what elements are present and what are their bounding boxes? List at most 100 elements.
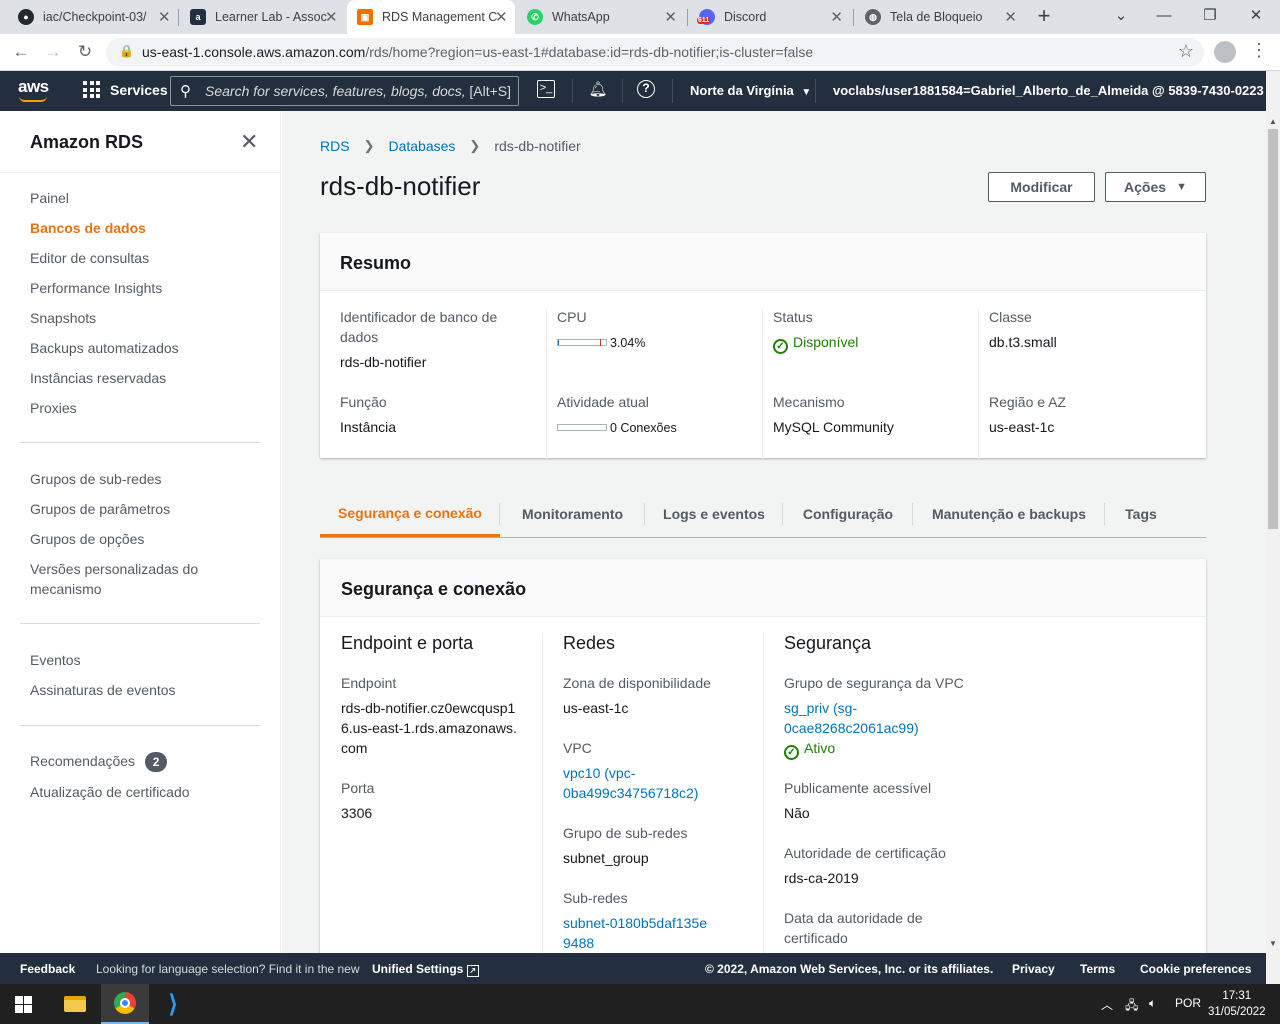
- reload-icon[interactable]: ↻: [72, 40, 98, 66]
- forward-icon[interactable]: →: [40, 40, 66, 66]
- scrollbar-thumb[interactable]: [1268, 129, 1278, 529]
- public-value: Não: [784, 805, 810, 821]
- engine-label: Mecanismo: [773, 394, 845, 410]
- windows-start-icon[interactable]: [15, 996, 32, 1013]
- bell-icon[interactable]: 🔔︎: [587, 80, 609, 102]
- aws-search-box[interactable]: ⚲ [Alt+S]: [170, 76, 519, 106]
- vscode-icon[interactable]: ⟩: [149, 984, 197, 1024]
- discord-badge: 611: [697, 17, 711, 24]
- sidebar-item-databases[interactable]: Bancos de dados: [30, 218, 146, 238]
- file-explorer-icon[interactable]: [51, 984, 99, 1024]
- sidebar-item-performance-insights[interactable]: Performance Insights: [30, 278, 162, 298]
- chevron-right-icon: ❯: [363, 138, 375, 153]
- tab-tags[interactable]: Tags: [1105, 491, 1177, 537]
- tab-configuration[interactable]: Configuração: [783, 491, 913, 537]
- cookie-preferences-link[interactable]: Cookie preferences: [1140, 962, 1251, 976]
- subnet-group-label: Grupo de sub-redes: [563, 825, 688, 841]
- tab-logs-events[interactable]: Logs e eventos: [645, 491, 783, 537]
- browser-tab[interactable]: 611 Discord ✕: [689, 0, 853, 34]
- close-tab-icon[interactable]: ✕: [325, 8, 338, 26]
- sidebar-item-events[interactable]: Eventos: [30, 650, 81, 670]
- aws-logo[interactable]: aws: [18, 77, 49, 102]
- feedback-link[interactable]: Feedback: [20, 962, 75, 976]
- profile-avatar[interactable]: [1214, 41, 1236, 63]
- sidebar-item-painel[interactable]: Painel: [30, 188, 69, 208]
- vpc-link[interactable]: vpc10 (vpc-0ba499c34756718c2): [563, 763, 723, 803]
- tab-maintenance-backups[interactable]: Manutenção e backups: [913, 491, 1105, 537]
- help-icon[interactable]: ?: [637, 80, 655, 98]
- close-tab-icon[interactable]: ✕: [1004, 8, 1017, 26]
- new-tab-button[interactable]: +: [1032, 5, 1056, 29]
- scroll-down-icon[interactable]: ▼: [1269, 939, 1277, 948]
- back-icon[interactable]: ←: [8, 40, 34, 66]
- close-window-button[interactable]: ✕: [1234, 0, 1278, 34]
- browser-tab[interactable]: ◍ Tela de Bloqueio ✕: [855, 0, 1027, 34]
- db-identifier-value: rds-db-notifier: [340, 354, 427, 370]
- ca-value: rds-ca-2019: [784, 870, 859, 886]
- sidebar-item-recommendations[interactable]: Recomendações 2: [30, 751, 168, 772]
- terms-link[interactable]: Terms: [1080, 962, 1115, 976]
- services-menu-button[interactable]: Services: [83, 81, 168, 98]
- search-shortcut: [Alt+S]: [469, 83, 511, 99]
- caret-down-icon: ▼: [801, 87, 812, 98]
- activity-value: 0 Conexões: [610, 421, 677, 435]
- class-value: db.t3.small: [989, 334, 1057, 350]
- actions-button[interactable]: Ações ▼: [1105, 172, 1206, 202]
- close-tab-icon[interactable]: ✕: [664, 8, 677, 26]
- region-selector[interactable]: Norte da Virgínia ▼: [690, 83, 811, 98]
- unified-settings-link[interactable]: Unified Settings ↗: [372, 962, 479, 977]
- breadcrumb-rds[interactable]: RDS: [320, 138, 350, 154]
- sidebar-item-option-groups[interactable]: Grupos de opções: [30, 529, 144, 549]
- port-value: 3306: [341, 805, 373, 821]
- account-menu[interactable]: voclabs/user1881584=Gabriel_Alberto_de_A…: [833, 83, 1280, 98]
- caret-down-icon: ▼: [1176, 181, 1187, 193]
- close-tab-icon[interactable]: ✕: [158, 8, 171, 26]
- sidebar-item-subnet-groups[interactable]: Grupos de sub-redes: [30, 469, 162, 489]
- modify-button[interactable]: Modificar: [988, 172, 1095, 202]
- browser-tab[interactable]: ● iac/Checkpoint-03/: [8, 0, 178, 34]
- breadcrumb-databases[interactable]: Databases: [388, 138, 455, 154]
- close-icon[interactable]: ✕: [240, 129, 258, 155]
- sidebar-item-reserved-instances[interactable]: Instâncias reservadas: [30, 368, 166, 388]
- url-bar[interactable]: 🔒 us-east-1.console.aws.amazon.com/rds/h…: [106, 38, 1204, 67]
- tab-connectivity-security[interactable]: Segurança e conexão: [320, 491, 500, 537]
- bookmark-star-icon[interactable]: ☆: [1178, 41, 1194, 62]
- tray-chevron-icon[interactable]: ︿: [1101, 996, 1113, 1013]
- cloudshell-icon[interactable]: >_: [537, 80, 555, 98]
- sidebar-item-query-editor[interactable]: Editor de consultas: [30, 248, 149, 268]
- sidebar-item-parameter-groups[interactable]: Grupos de parâmetros: [30, 499, 170, 519]
- scroll-up-icon[interactable]: ▲: [1269, 117, 1277, 126]
- grid-icon: [83, 81, 100, 98]
- input-language[interactable]: POR: [1175, 996, 1201, 1010]
- chrome-icon[interactable]: [101, 984, 149, 1024]
- volume-icon[interactable]: 🔈︎: [1149, 996, 1156, 1011]
- browser-tab-active[interactable]: ▣ RDS Management C: [347, 0, 515, 34]
- browser-tab[interactable]: a Learner Lab - Assoc: [180, 0, 346, 34]
- sidebar-item-automated-backups[interactable]: Backups automatizados: [30, 338, 179, 358]
- cpu-value: 3.04%: [610, 336, 646, 350]
- tab-monitoring[interactable]: Monitoramento: [500, 491, 645, 537]
- sidebar-item-certificate-update[interactable]: Atualização de certificado: [30, 782, 190, 802]
- sidebar-item-snapshots[interactable]: Snapshots: [30, 308, 96, 328]
- sidebar-item-event-subscriptions[interactable]: Assinaturas de eventos: [30, 680, 176, 700]
- page-scrollbar[interactable]: ▲ ▼: [1266, 71, 1280, 984]
- breadcrumb-current: rds-db-notifier: [494, 138, 581, 154]
- sidebar-item-custom-engine-versions[interactable]: Versões personalizadas do mecanismo: [30, 559, 220, 599]
- sg-link[interactable]: sg_priv (sg-0cae8268c2061ac99): [784, 698, 934, 738]
- clock-date: 31/05/2022: [1208, 1006, 1266, 1018]
- restore-button[interactable]: ❐: [1188, 0, 1232, 34]
- privacy-link[interactable]: Privacy: [1012, 962, 1055, 976]
- taskbar-clock[interactable]: 17:31 31/05/2022: [1208, 988, 1266, 1020]
- status-label: Status: [773, 309, 813, 325]
- aws-top-nav: aws Services ⚲ [Alt+S] >_ 🔔︎ ? Norte da …: [0, 71, 1280, 111]
- sidebar-item-proxies[interactable]: Proxies: [30, 398, 77, 418]
- close-tab-icon[interactable]: ✕: [830, 8, 843, 26]
- browser-tab[interactable]: ✆ WhatsApp ✕: [517, 0, 687, 34]
- search-input[interactable]: [205, 81, 505, 101]
- network-icon[interactable]: 🖧︎: [1125, 996, 1138, 1017]
- close-tab-icon[interactable]: ✕: [495, 8, 508, 26]
- minimize-button[interactable]: —: [1142, 0, 1186, 34]
- subnet-link[interactable]: subnet-0180b5daf135e9488: [563, 913, 713, 953]
- tab-search-icon[interactable]: ⌄: [1099, 0, 1143, 34]
- browser-menu-icon[interactable]: ⋮: [1250, 40, 1268, 61]
